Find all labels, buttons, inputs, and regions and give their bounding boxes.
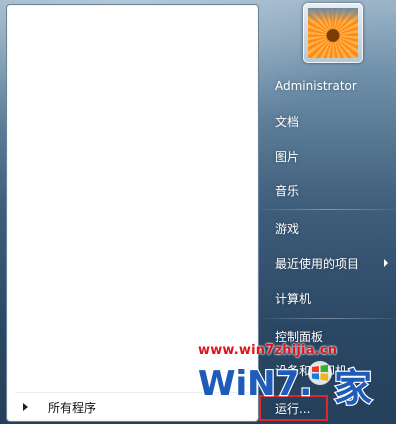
watermark-logo-text: WiN7. WiN7. bbox=[197, 363, 314, 406]
submenu-arrow-icon bbox=[384, 259, 388, 267]
svg-text:WiN7.: WiN7. bbox=[198, 364, 312, 404]
user-name-label: Administrator bbox=[275, 79, 357, 93]
windows-flag-icon bbox=[308, 361, 332, 385]
jia-character-icon: 家 家 bbox=[333, 365, 374, 412]
control-panel-label: 控制面板 bbox=[275, 329, 324, 344]
menu-divider bbox=[262, 209, 396, 210]
recent-items-label: 最近使用的项目 bbox=[275, 256, 360, 271]
pictures-label: 图片 bbox=[275, 149, 300, 164]
user-avatar[interactable] bbox=[303, 3, 363, 63]
computer-link[interactable]: 计算机 bbox=[262, 284, 392, 312]
watermark-url: www.win7zhijia.cn bbox=[198, 343, 338, 358]
games-label: 游戏 bbox=[275, 221, 300, 236]
svg-text:家: 家 bbox=[334, 366, 372, 410]
flower-picture-icon bbox=[308, 8, 358, 58]
recent-items-link[interactable]: 最近使用的项目 bbox=[262, 249, 392, 277]
computer-label: 计算机 bbox=[275, 291, 312, 306]
win7-home-logo: WiN7. WiN7. 家 家 bbox=[197, 361, 374, 412]
pinned-programs-list bbox=[7, 5, 258, 393]
music-link[interactable]: 音乐 bbox=[262, 176, 392, 204]
documents-label: 文档 bbox=[275, 114, 300, 129]
all-programs-label: 所有程序 bbox=[48, 400, 97, 415]
pictures-link[interactable]: 图片 bbox=[262, 142, 392, 170]
menu-divider bbox=[262, 318, 396, 319]
games-link[interactable]: 游戏 bbox=[262, 214, 392, 242]
music-label: 音乐 bbox=[275, 183, 300, 198]
arrow-right-icon bbox=[23, 403, 28, 411]
user-folder-link[interactable]: Administrator bbox=[262, 72, 392, 100]
documents-link[interactable]: 文档 bbox=[262, 107, 392, 135]
